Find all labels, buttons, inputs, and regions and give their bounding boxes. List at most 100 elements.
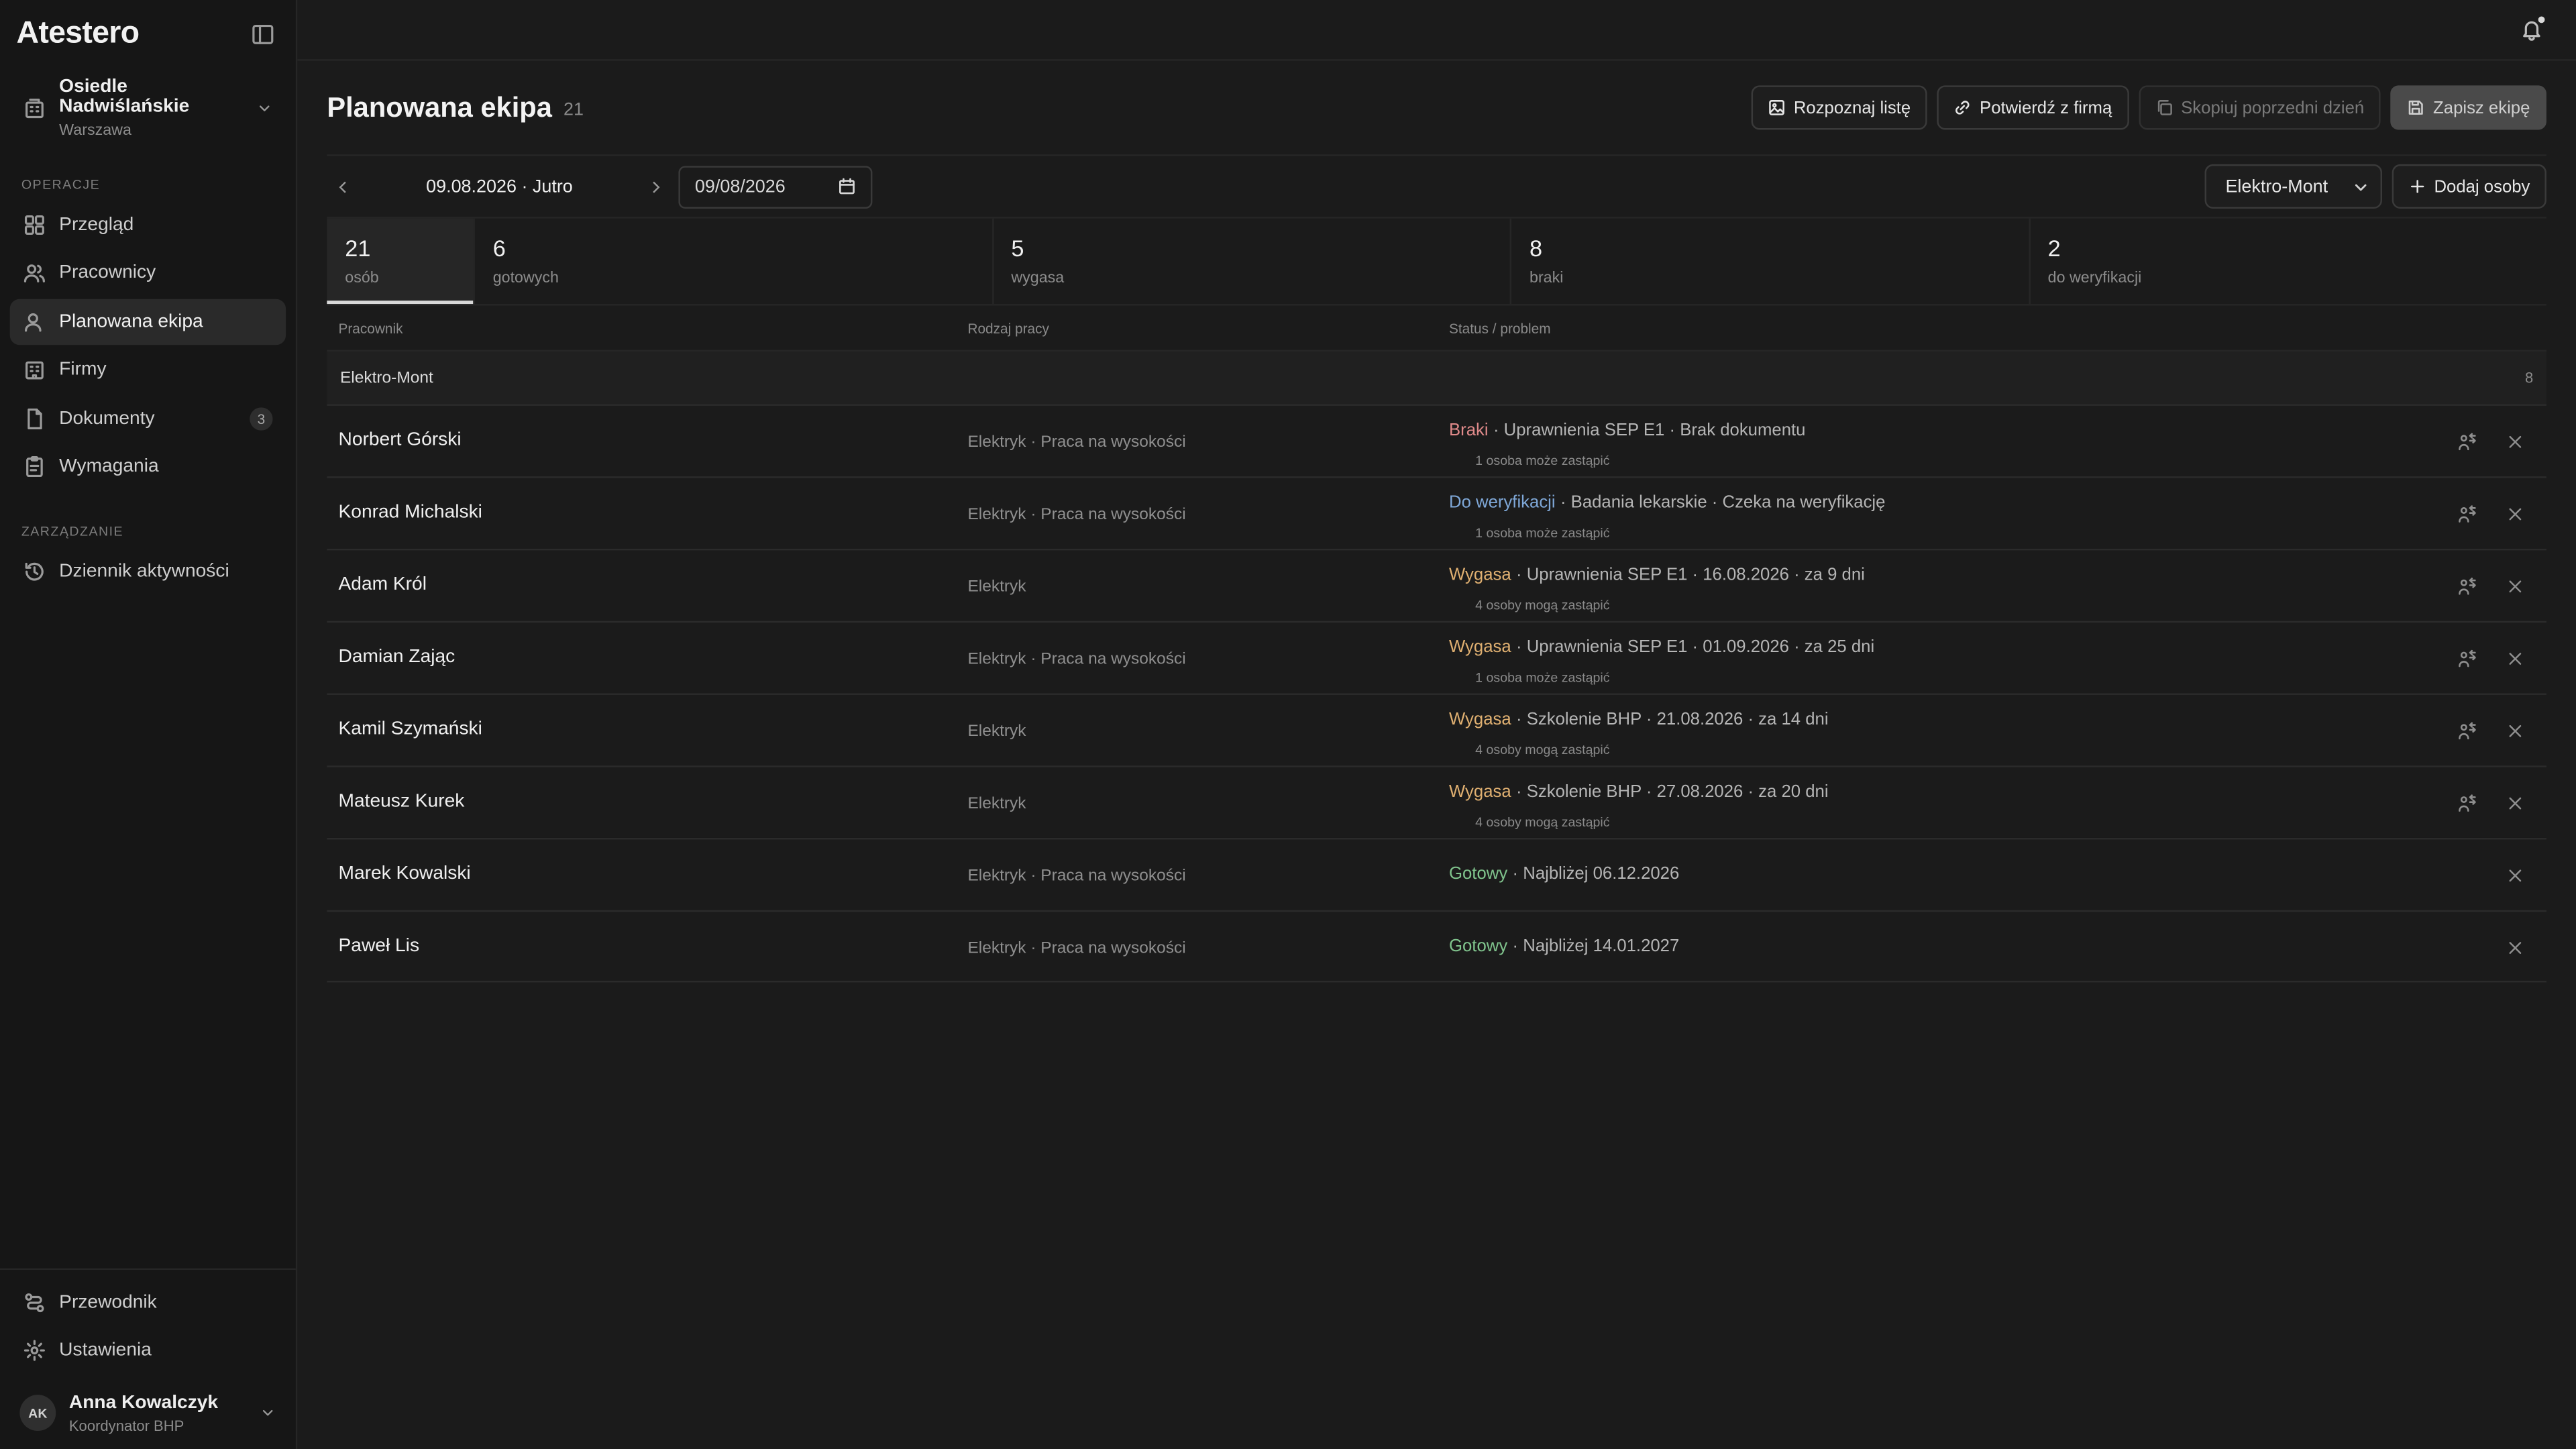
- remove-row-icon[interactable]: [2507, 578, 2523, 594]
- group-count: 8: [2525, 370, 2534, 386]
- replacement-hint[interactable]: 4 osoby mogą zastąpić: [1475, 598, 1609, 612]
- replace-person-icon[interactable]: [2458, 432, 2477, 451]
- table-body: Norbert Górski Elektryk · Praca na wysoko…: [327, 404, 2546, 983]
- remove-row-icon[interactable]: [2507, 867, 2523, 883]
- nav-item-dokumenty[interactable]: Dokumenty 3: [10, 395, 286, 441]
- stat-tab-missing[interactable]: 8 braki: [1509, 218, 2029, 305]
- remove-row-icon[interactable]: [2507, 434, 2523, 450]
- chevron-down-icon: [256, 100, 272, 116]
- save-icon: [2407, 99, 2425, 117]
- replacement-hint[interactable]: 1 osoba może zastąpić: [1475, 670, 1609, 685]
- route-icon: [23, 1291, 46, 1313]
- remove-row-icon[interactable]: [2507, 723, 2523, 739]
- company-select[interactable]: Elektro-Mont: [2204, 164, 2382, 209]
- stat-number: 2: [2047, 235, 2061, 262]
- worker-name[interactable]: Norbert Górski: [338, 431, 461, 450]
- status-cell: Do weryfikacji · Badania lekarskie · Czek…: [1449, 493, 1885, 513]
- nav-item-label: Pracownicy: [59, 263, 156, 284]
- remove-row-icon[interactable]: [2507, 651, 2523, 667]
- stat-label: osób: [345, 269, 379, 288]
- nav-item-dziennik-aktywnosci[interactable]: Dziennik aktywności: [10, 549, 286, 596]
- status-cell: Wygasa · Uprawnienia SEP E1 · 01.09.2026 …: [1449, 637, 1874, 657]
- nav-item-label: Ustawienia: [59, 1340, 152, 1360]
- worker-name[interactable]: Paweł Lis: [338, 936, 419, 956]
- stat-tab-to-verify[interactable]: 2 do weryfikacji: [2028, 218, 2546, 305]
- building-icon: [23, 358, 46, 381]
- worker-name[interactable]: Adam Król: [338, 575, 426, 594]
- recognize-list-button[interactable]: Rozpoznaj listę: [1751, 85, 1927, 130]
- recognize-list-label: Rozpoznaj listę: [1793, 97, 1911, 118]
- worker-name[interactable]: Konrad Michalski: [338, 502, 482, 522]
- replace-person-icon[interactable]: [2458, 649, 2477, 668]
- replacement-hint[interactable]: 4 osoby mogą zastąpić: [1475, 743, 1609, 757]
- table-row[interactable]: Kamil Szymański Elektryk Wygasa · Szkolenie…: [327, 693, 2546, 765]
- gear-icon: [23, 1339, 46, 1362]
- stat-label: braki: [1529, 269, 1564, 288]
- table-row[interactable]: Konrad Michalski Elektryk · Praca na wyso…: [327, 476, 2546, 549]
- table-row[interactable]: Norbert Górski Elektryk · Praca na wysoko…: [327, 404, 2546, 476]
- app-logo[interactable]: Atestero: [16, 16, 140, 52]
- bell-icon[interactable]: [2520, 16, 2545, 41]
- worker-name[interactable]: Mateusz Kurek: [338, 792, 464, 811]
- avatar: AK: [19, 1395, 56, 1432]
- table-row[interactable]: Adam Król Elektryk Wygasa · Uprawnienia SEP…: [327, 548, 2546, 621]
- confirm-with-company-button[interactable]: Potwierdź z firmą: [1937, 85, 2129, 130]
- date-label: 09.08.2026 · Jutro: [426, 176, 573, 197]
- worker-name[interactable]: Marek Kowalski: [338, 864, 470, 883]
- previous-day-button[interactable]: [327, 170, 360, 203]
- user-icon: [23, 310, 46, 333]
- nav-item-firmy[interactable]: Firmy: [10, 347, 286, 393]
- worker-name[interactable]: Kamil Szymański: [338, 720, 482, 739]
- nav-item-przeglad[interactable]: Przegląd: [10, 202, 286, 248]
- page-header: Planowana ekipa 21 Rozpoznaj listę Potwi…: [327, 61, 2546, 156]
- table-row[interactable]: Paweł Lis Elektryk · Praca na wysokości Go…: [327, 910, 2546, 983]
- nav-item-label: Wymagania: [59, 456, 159, 477]
- worker-name[interactable]: Damian Zając: [338, 647, 455, 667]
- replacement-hint[interactable]: 1 osoba może zastąpić: [1475, 526, 1609, 541]
- status-cell: Gotowy · Najbliżej 06.12.2026: [1449, 864, 1679, 883]
- org-switcher[interactable]: Osiedle Nadwiślańskie Warszawa: [10, 76, 286, 142]
- sidebar-toggle-icon[interactable]: [252, 23, 274, 46]
- remove-row-icon[interactable]: [2507, 506, 2523, 522]
- table-row[interactable]: Damian Zając Elektryk · Praca na wysokośc…: [327, 621, 2546, 694]
- stat-tab-expiring[interactable]: 5 wygasa: [991, 218, 1510, 305]
- replace-person-icon[interactable]: [2458, 794, 2477, 813]
- table-row[interactable]: Marek Kowalski Elektryk · Praca na wysoko…: [327, 837, 2546, 910]
- company-group-row[interactable]: Elektro-Mont 8: [327, 350, 2546, 405]
- chevron-down-icon: [260, 1405, 276, 1421]
- replacement-hint[interactable]: 1 osoba może zastąpić: [1475, 453, 1609, 468]
- remove-row-icon[interactable]: [2507, 940, 2523, 956]
- date-input[interactable]: 09/08/2026: [678, 165, 873, 208]
- calendar-icon[interactable]: [838, 177, 856, 195]
- stat-tab-all[interactable]: 21 osób: [327, 218, 474, 305]
- nav-item-ustawienia[interactable]: Ustawienia: [10, 1328, 286, 1374]
- status-detail: · Uprawnienia SEP E1 · 01.09.2026 · za 2…: [1516, 637, 1875, 657]
- save-crew-button[interactable]: Zapisz ekipę: [2390, 85, 2546, 130]
- remove-row-icon[interactable]: [2507, 795, 2523, 811]
- next-day-button[interactable]: [639, 170, 672, 203]
- stat-tab-ready[interactable]: 6 gotowych: [473, 218, 991, 305]
- replacement-hint[interactable]: 4 osoby mogą zastąpić: [1475, 815, 1609, 830]
- nav-item-przewodnik[interactable]: Przewodnik: [10, 1279, 286, 1326]
- table-row[interactable]: Mateusz Kurek Elektryk Wygasa · Szkolenie B…: [327, 765, 2546, 838]
- add-people-button[interactable]: Dodaj osoby: [2391, 164, 2546, 209]
- replace-person-icon[interactable]: [2458, 504, 2477, 524]
- nav-item-pracownicy[interactable]: Pracownicy: [10, 250, 286, 297]
- status-detail: · Uprawnienia SEP E1 · Brak dokumentu: [1493, 420, 1806, 441]
- user-menu[interactable]: AK Anna Kowalczyk Koordynator BHP: [0, 1377, 296, 1449]
- nav-item-label: Przegląd: [59, 215, 134, 235]
- group-name: Elektro-Mont: [339, 368, 433, 387]
- plus-icon: [2408, 177, 2426, 195]
- replace-person-icon[interactable]: [2458, 577, 2477, 596]
- logo-row: Atestero: [0, 0, 296, 69]
- nav-item-label: Planowana ekipa: [59, 311, 203, 332]
- nav-item-wymagania[interactable]: Wymagania: [10, 443, 286, 490]
- date-row: 09.08.2026 · Jutro 09/08/2026 Elektro-Mo…: [327, 156, 2546, 217]
- table-header: Pracownik Rodzaj pracy Status / problem: [327, 306, 2546, 350]
- nav-item-planowana-ekipa[interactable]: Planowana ekipa: [9, 299, 286, 345]
- main-area: Planowana ekipa 21 Rozpoznaj listę Potwi…: [297, 0, 2576, 1449]
- replace-person-icon[interactable]: [2458, 721, 2477, 741]
- confirm-with-company-label: Potwierdź z firmą: [1980, 97, 2112, 118]
- copy-previous-day-button[interactable]: Skopiuj poprzedni dzień: [2138, 85, 2381, 130]
- chevron-down-icon: [2352, 178, 2368, 195]
